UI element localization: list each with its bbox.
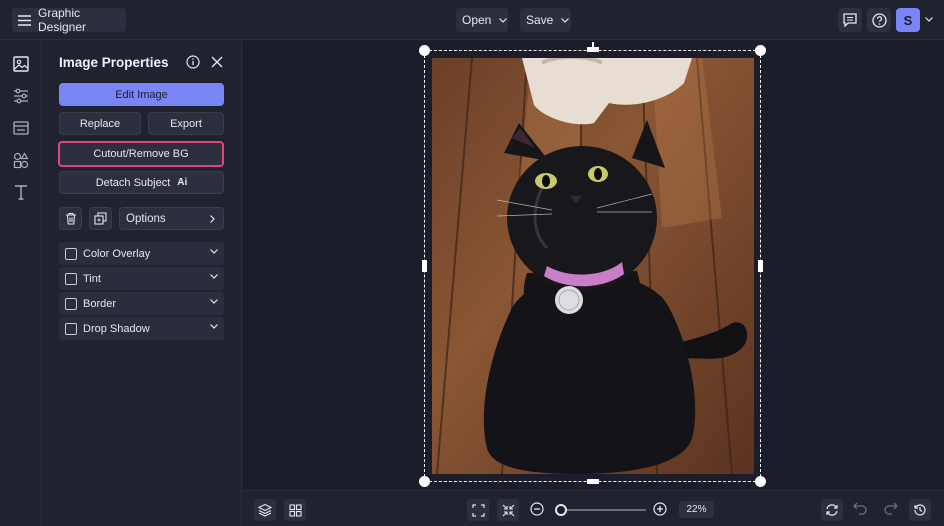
refresh-icon	[825, 503, 839, 517]
edit-image-label: Edit Image	[115, 88, 168, 101]
cutout-remove-bg-button[interactable]: Cutout/Remove BG	[58, 141, 224, 167]
cutout-label: Cutout/Remove BG	[93, 148, 189, 160]
tint-label: Tint	[83, 272, 101, 285]
rotate-handle[interactable]	[592, 42, 594, 50]
image-tool-icon[interactable]	[11, 54, 31, 74]
chevron-down-icon[interactable]	[210, 274, 218, 279]
avatar[interactable]: S	[896, 8, 920, 32]
history-icon	[913, 503, 927, 517]
open-menu-button[interactable]: Open	[456, 8, 508, 32]
save-menu-button[interactable]: Save	[520, 8, 571, 32]
duplicate-button[interactable]	[89, 207, 112, 230]
resize-handle[interactable]	[419, 476, 430, 487]
fit-to-screen-button[interactable]	[467, 499, 489, 521]
delete-button[interactable]	[59, 207, 82, 230]
ai-badge: Ai	[177, 177, 188, 188]
grid-button[interactable]	[284, 499, 306, 521]
drop-shadow-label: Drop Shadow	[83, 322, 150, 335]
zoom-slider[interactable]	[554, 504, 646, 516]
app-title: Graphic Designer	[38, 6, 87, 34]
zoom-out-icon[interactable]	[530, 502, 544, 516]
open-label: Open	[462, 13, 492, 27]
options-button[interactable]: Options	[119, 207, 224, 230]
trash-icon	[65, 212, 77, 225]
redo-icon[interactable]	[883, 502, 898, 515]
chevron-down-icon	[561, 17, 570, 23]
chevron-right-icon	[210, 215, 215, 223]
bottom-toolbar: 22%	[243, 490, 944, 526]
layers-button[interactable]	[254, 499, 276, 521]
resize-handle[interactable]	[755, 476, 766, 487]
drop-shadow-row[interactable]: Drop Shadow	[59, 317, 224, 340]
hamburger-icon	[18, 14, 31, 26]
chevron-down-icon[interactable]	[925, 17, 933, 22]
resize-handle[interactable]	[758, 260, 763, 272]
edit-image-button[interactable]: Edit Image	[59, 83, 224, 106]
color-overlay-checkbox[interactable]	[65, 247, 77, 260]
undo-icon[interactable]	[853, 502, 868, 515]
sync-button[interactable]	[821, 499, 843, 521]
selection-frame[interactable]	[424, 50, 761, 482]
comment-icon	[843, 13, 857, 27]
expand-icon	[471, 503, 485, 517]
help-button[interactable]	[867, 8, 891, 32]
close-icon[interactable]	[211, 56, 223, 68]
resize-handle[interactable]	[419, 45, 430, 56]
top-bar: Graphic Designer Open Save S	[0, 0, 944, 40]
tint-checkbox[interactable]	[65, 272, 77, 285]
drop-shadow-checkbox[interactable]	[65, 322, 77, 335]
resize-handle[interactable]	[755, 45, 766, 56]
border-checkbox[interactable]	[65, 297, 77, 310]
save-label: Save	[526, 13, 554, 27]
image-properties-panel: Image Properties Edit Image Replace Expo…	[42, 41, 242, 526]
export-button[interactable]: Export	[148, 112, 224, 135]
avatar-initial: S	[903, 12, 913, 28]
zoom-in-icon[interactable]	[653, 502, 667, 516]
info-icon[interactable]	[186, 55, 200, 69]
resize-handle[interactable]	[422, 260, 427, 272]
replace-label: Replace	[79, 117, 121, 130]
layers-icon	[258, 503, 272, 517]
color-overlay-label: Color Overlay	[83, 247, 151, 260]
resize-handle[interactable]	[587, 479, 599, 484]
chevron-down-icon	[499, 17, 508, 23]
detach-label: Detach Subject	[95, 176, 171, 189]
text-tool-icon[interactable]	[11, 182, 31, 202]
grid-icon	[288, 503, 302, 517]
replace-button[interactable]: Replace	[59, 112, 141, 135]
adjustments-icon[interactable]	[11, 86, 31, 106]
history-button[interactable]	[909, 499, 931, 521]
border-row[interactable]: Border	[59, 292, 224, 315]
chevron-down-icon[interactable]	[210, 299, 218, 304]
help-icon	[871, 12, 887, 28]
zoom-level-text: 22%	[686, 504, 707, 515]
zoom-slider-thumb[interactable]	[554, 504, 567, 516]
tint-row[interactable]: Tint	[59, 267, 224, 290]
chevron-down-icon[interactable]	[210, 324, 218, 329]
duplicate-icon	[94, 212, 107, 225]
export-label: Export	[170, 117, 202, 130]
panel-title: Image Properties	[59, 55, 169, 70]
border-label: Border	[83, 297, 117, 310]
options-label: Options	[126, 212, 166, 225]
actual-size-button[interactable]	[497, 499, 519, 521]
detach-subject-button[interactable]: Detach Subject Ai	[59, 171, 224, 194]
layout-icon[interactable]	[11, 118, 31, 138]
comments-button[interactable]	[838, 8, 862, 32]
tool-rail	[0, 41, 42, 526]
zoom-level-field[interactable]: 22%	[679, 501, 714, 518]
chevron-down-icon[interactable]	[210, 249, 218, 254]
collapse-icon	[502, 504, 515, 517]
color-overlay-row[interactable]: Color Overlay	[59, 242, 224, 265]
shapes-icon[interactable]	[11, 150, 31, 170]
app-menu-button[interactable]: Graphic Designer	[12, 6, 126, 34]
